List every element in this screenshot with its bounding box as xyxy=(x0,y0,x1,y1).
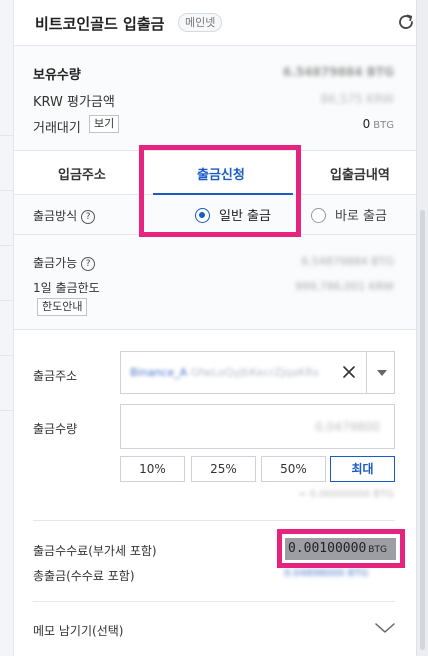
limit-guide-button[interactable]: 한도안내 xyxy=(37,298,88,316)
pending-value: 0 BTG xyxy=(363,117,394,131)
deposit-withdraw-panel: 비트코인골드 입출금 메인넷 보유수량 6.54879884 BTG KRW 평… xyxy=(14,0,416,656)
background-window-left xyxy=(0,0,14,656)
radio-unselected-icon xyxy=(311,208,326,223)
percent-10-button[interactable]: 10% xyxy=(120,456,185,482)
tab-deposit-address[interactable]: 입금주소 xyxy=(58,164,106,183)
fee-unit: BTG xyxy=(368,545,387,555)
background-row-line xyxy=(0,410,14,411)
panel-header: 비트코인골드 입출금 메인넷 xyxy=(14,0,416,46)
withdraw-method-label: 출금방식? xyxy=(33,207,96,224)
close-icon[interactable] xyxy=(341,364,357,380)
holdings-label: 보유수량 xyxy=(33,68,81,83)
page-title: 비트코인골드 입출금 xyxy=(35,15,165,33)
quantity-label: 출금수량 xyxy=(33,422,78,436)
background-row-line xyxy=(0,300,14,301)
memo-toggle-label[interactable]: 메모 남기기(선택) xyxy=(33,622,123,639)
background-row-line xyxy=(0,135,14,136)
address-select[interactable]: Binance_A GfwLoQyJbKecrZJqaKRs xyxy=(120,351,395,394)
refresh-icon[interactable] xyxy=(396,12,416,32)
max-button[interactable]: 최대 xyxy=(330,456,395,482)
fee-label: 출금수수료(부가세 포함) xyxy=(33,544,157,558)
help-icon[interactable]: ? xyxy=(81,210,96,224)
select-separator xyxy=(366,352,367,393)
pending-unit: BTG xyxy=(373,120,394,131)
krw-value: 86,575 KRW xyxy=(320,92,394,106)
radio-instant-withdraw[interactable]: 바로 출금 xyxy=(311,205,387,224)
quantity-value: 0.0479800 xyxy=(315,420,380,434)
background-row-line xyxy=(0,355,14,356)
pending-amount: 0 xyxy=(362,117,371,131)
tab-history[interactable]: 입출금내역 xyxy=(330,164,390,183)
address-value: Binance_A GfwLoQyJbKecrZJqaKRs xyxy=(130,366,319,379)
scrollbar-thumb[interactable] xyxy=(420,210,425,650)
tab-withdraw-request[interactable]: 출금신청 xyxy=(197,164,245,183)
fee-amount: 0.00100000 xyxy=(288,541,367,556)
radio-selected-icon xyxy=(195,208,210,223)
chevron-down-icon[interactable] xyxy=(374,621,396,635)
address-label: 출금주소 xyxy=(33,369,78,383)
total-value: 0.04898000 BTG xyxy=(284,568,369,579)
scrollbar[interactable] xyxy=(416,0,428,656)
daily-limit-value: 999,786,001 KRW xyxy=(295,280,394,293)
pending-label: 거래대기 xyxy=(33,121,81,136)
percent-25-button[interactable]: 25% xyxy=(191,456,256,482)
radio-normal-label: 일반 출금 xyxy=(219,209,271,224)
tab-bar: 입금주소 출금신청 입출금내역 xyxy=(14,152,416,195)
view-pending-button[interactable]: 보기 xyxy=(89,115,120,133)
total-label: 총출금(수수료 포함) xyxy=(33,569,135,583)
address-rest: GfwLoQyJbKecrZJqaKRs xyxy=(190,366,319,379)
krw-value-label: KRW 평가금액 xyxy=(33,95,115,110)
divider xyxy=(33,520,395,521)
chevron-down-icon[interactable] xyxy=(377,370,387,376)
available-value: 6.54879884 BTG xyxy=(301,255,394,268)
fee-value: 0.00100000 BTG xyxy=(285,538,396,560)
availability-section: 출금가능? 6.54879884 BTG 1일 출금한도 999,786,001… xyxy=(14,235,416,330)
balance-summary: 보유수량 6.54879884 BTG KRW 평가금액 86,575 KRW … xyxy=(14,46,416,151)
quantity-input[interactable]: 0.0479800 xyxy=(120,404,395,449)
method-label-text: 출금방식 xyxy=(33,209,78,223)
network-badge: 메인넷 xyxy=(178,13,223,32)
background-row-line xyxy=(0,190,14,191)
daily-limit-label: 1일 출금한도 xyxy=(33,281,100,295)
radio-instant-label: 바로 출금 xyxy=(335,209,387,224)
withdraw-method-row: 출금방식? 일반 출금 바로 출금 xyxy=(14,195,416,235)
percent-50-button[interactable]: 50% xyxy=(261,456,326,482)
divider xyxy=(33,601,395,602)
available-label: 출금가능? xyxy=(33,254,96,271)
available-label-text: 출금가능 xyxy=(33,256,78,270)
radio-normal-withdraw[interactable]: 일반 출금 xyxy=(195,205,271,224)
help-icon[interactable]: ? xyxy=(81,257,96,271)
address-prefix: Binance_A xyxy=(130,366,188,379)
quantity-note: = 0.00000000 BTG xyxy=(298,489,394,500)
holdings-value: 6.54879884 BTG xyxy=(282,65,394,79)
background-row-line xyxy=(0,245,14,246)
